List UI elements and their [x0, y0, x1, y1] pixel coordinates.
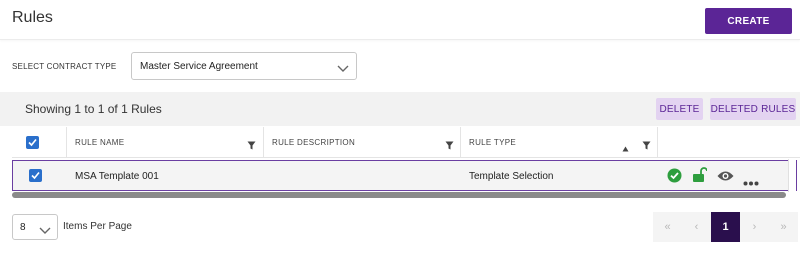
vertical-scrollbar[interactable] — [788, 159, 796, 192]
column-rule-description[interactable]: RULE DESCRIPTION — [263, 127, 460, 158]
grid-header: RULE NAME RULE DESCRIPTION RULE TYPE — [12, 127, 800, 158]
filter-icon[interactable] — [247, 137, 256, 155]
select-all-checkbox[interactable] — [26, 136, 39, 149]
prev-page-button[interactable]: ‹ — [682, 212, 711, 242]
column-label: RULE NAME — [75, 138, 125, 147]
next-page-button[interactable]: › — [740, 212, 769, 242]
pagination: « ‹ 1 › » — [653, 212, 798, 242]
contract-type-label: SELECT CONTRACT TYPE — [12, 62, 117, 71]
last-page-button[interactable]: » — [769, 212, 798, 242]
unlock-icon[interactable] — [692, 167, 708, 188]
items-per-page-select[interactable]: 8 — [12, 214, 58, 240]
record-count: Showing 1 to 1 of 1 Rules — [25, 102, 162, 116]
page-title: Rules — [12, 9, 53, 26]
chevron-down-icon — [39, 223, 51, 241]
rule-type-cell: Template Selection — [469, 171, 554, 182]
page-header: Rules CREATE — [0, 0, 800, 40]
row-checkbox[interactable] — [29, 169, 42, 182]
create-button[interactable]: CREATE — [705, 8, 792, 34]
check-circle-icon[interactable] — [667, 168, 682, 188]
page-1-button[interactable]: 1 — [711, 212, 740, 242]
column-label: RULE DESCRIPTION — [272, 138, 356, 147]
first-page-button[interactable]: « — [653, 212, 682, 242]
eye-icon[interactable] — [717, 169, 734, 187]
column-actions — [657, 127, 800, 158]
chevron-down-icon — [337, 61, 349, 79]
items-per-page-value: 8 — [20, 222, 26, 233]
more-icon[interactable] — [743, 173, 759, 191]
items-per-page-label: Items Per Page — [63, 221, 132, 232]
column-rule-type[interactable]: RULE TYPE — [460, 127, 657, 158]
contract-type-value: Master Service Agreement — [140, 61, 258, 72]
deleted-rules-button[interactable]: DELETED RULES — [710, 98, 796, 120]
delete-button[interactable]: DELETE — [656, 98, 703, 120]
filter-icon[interactable] — [642, 137, 651, 155]
rule-name-cell: MSA Template 001 — [75, 171, 159, 182]
column-label: RULE TYPE — [469, 138, 517, 147]
contract-type-select[interactable]: Master Service Agreement — [131, 52, 357, 80]
filter-icon[interactable] — [445, 137, 454, 155]
column-rule-name[interactable]: RULE NAME — [66, 127, 263, 158]
grid-toolbar: Showing 1 to 1 of 1 Rules DELETE DELETED… — [0, 92, 800, 126]
horizontal-scrollbar[interactable] — [12, 192, 786, 198]
sort-ascending-icon[interactable] — [622, 139, 629, 157]
table-row[interactable]: MSA Template 001 Template Selection — [12, 160, 797, 191]
